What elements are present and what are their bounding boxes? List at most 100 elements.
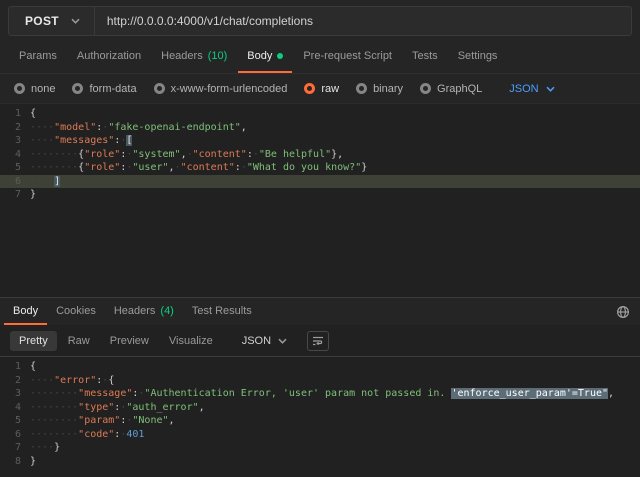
line-number: 4 — [0, 401, 30, 415]
wrap-text-button[interactable] — [307, 331, 329, 351]
view-raw-button[interactable]: Raw — [59, 331, 99, 351]
tab-label: Pre-request Script — [303, 50, 392, 62]
view-preview-button[interactable]: Preview — [101, 331, 158, 351]
response-language-select[interactable]: JSON — [236, 331, 293, 351]
code-text: { — [30, 107, 36, 121]
tab-label: Body — [13, 305, 38, 317]
code-text: } — [30, 188, 36, 202]
code-line[interactable]: 7} — [0, 188, 640, 202]
code-line[interactable]: 8} — [0, 455, 640, 469]
code-text: ····] — [30, 175, 60, 189]
tab-label: Params — [19, 50, 57, 62]
request-url-bar: POST http://0.0.0.0:4000/v1/chat/complet… — [0, 0, 640, 41]
code-line[interactable]: 4········"type":·"auth_error", — [0, 401, 640, 415]
response-section: Body Cookies Headers (4) Test Results — [0, 297, 640, 477]
code-line[interactable]: 6····] — [0, 175, 640, 189]
line-number: 1 — [0, 360, 30, 374]
mode-none[interactable]: none — [14, 83, 55, 95]
tab-settings[interactable]: Settings — [449, 41, 507, 73]
tab-pre-request-script[interactable]: Pre-request Script — [294, 41, 401, 73]
request-tabs: Params Authorization Headers (10) Body P… — [0, 41, 640, 74]
code-line[interactable]: 3····"messages":·[ — [0, 134, 640, 148]
mode-binary[interactable]: binary — [356, 83, 403, 95]
wrap-text-icon — [312, 335, 324, 347]
mode-label: binary — [373, 83, 403, 95]
line-number: 7 — [0, 441, 30, 455]
view-visualize-button[interactable]: Visualize — [160, 331, 222, 351]
code-text: ········{"role":·"user",·"content":·"Wha… — [30, 161, 367, 175]
tab-body[interactable]: Body — [238, 41, 292, 73]
language-label: JSON — [242, 335, 271, 347]
code-text: ········"type":·"auth_error", — [30, 401, 205, 415]
line-number: 3 — [0, 387, 30, 401]
line-number: 8 — [0, 455, 30, 469]
mode-raw[interactable]: raw — [304, 83, 339, 95]
response-tab-headers[interactable]: Headers (4) — [105, 298, 183, 325]
response-editor[interactable]: 1{2····"error":·{3········"message":·"Au… — [0, 356, 640, 477]
method-select[interactable]: POST — [9, 7, 95, 35]
mode-graphql[interactable]: GraphQL — [420, 83, 482, 95]
chevron-down-icon — [278, 338, 287, 344]
tab-headers[interactable]: Headers (10) — [152, 41, 236, 73]
line-number: 5 — [0, 161, 30, 175]
tab-label: Test Results — [192, 305, 252, 317]
code-text: } — [30, 455, 36, 469]
line-number: 2 — [0, 374, 30, 388]
tab-authorization[interactable]: Authorization — [68, 41, 150, 73]
tab-tests[interactable]: Tests — [403, 41, 447, 73]
mode-label: none — [31, 83, 55, 95]
response-tab-body[interactable]: Body — [4, 298, 47, 325]
line-number: 7 — [0, 188, 30, 202]
tab-label: Headers — [161, 50, 203, 62]
code-line[interactable]: 7····} — [0, 441, 640, 455]
code-line[interactable]: 3········"message":·"Authentication Erro… — [0, 387, 640, 401]
line-number: 5 — [0, 414, 30, 428]
view-pretty-button[interactable]: Pretty — [10, 331, 57, 351]
radio-icon — [14, 83, 25, 94]
request-editor[interactable]: 1{2····"model":·"fake-openai-endpoint",3… — [0, 104, 640, 297]
mode-x-www-form-urlencoded[interactable]: x-www-form-urlencoded — [154, 83, 288, 95]
tab-label: Tests — [412, 50, 438, 62]
code-text: ········"param":·"None", — [30, 414, 175, 428]
response-tab-test-results[interactable]: Test Results — [183, 298, 261, 325]
line-number: 1 — [0, 107, 30, 121]
code-text: ····"model":·"fake-openai-endpoint", — [30, 121, 247, 135]
api-client-window: POST http://0.0.0.0:4000/v1/chat/complet… — [0, 0, 640, 477]
url-input[interactable]: http://0.0.0.0:4000/v1/chat/completions — [95, 7, 631, 35]
response-toolbar: Pretty Raw Preview Visualize JSON — [0, 325, 640, 356]
line-number: 4 — [0, 148, 30, 162]
line-number: 6 — [0, 175, 30, 189]
mode-label: x-www-form-urlencoded — [171, 83, 288, 95]
code-line[interactable]: 4········{"role":·"system",·"content":·"… — [0, 148, 640, 162]
radio-selected-icon — [304, 83, 315, 94]
mode-label: raw — [321, 83, 339, 95]
code-text: ····"messages":·[ — [30, 134, 132, 148]
line-number: 3 — [0, 134, 30, 148]
headers-count-badge: (4) — [160, 305, 173, 317]
language-label: JSON — [509, 83, 538, 95]
response-tabs: Body Cookies Headers (4) Test Results — [0, 298, 640, 325]
chevron-down-icon — [546, 86, 555, 92]
code-text: ····} — [30, 441, 60, 455]
body-modified-dot-icon — [277, 53, 283, 59]
response-tab-cookies[interactable]: Cookies — [47, 298, 105, 325]
code-line[interactable]: 1{ — [0, 107, 640, 121]
code-text: { — [30, 360, 36, 374]
tab-label: Body — [247, 50, 272, 62]
method-label: POST — [25, 14, 59, 28]
raw-language-select[interactable]: JSON — [509, 83, 554, 95]
code-text: ········"code":·401 — [30, 428, 144, 442]
code-line[interactable]: 6········"code":·401 — [0, 428, 640, 442]
code-line[interactable]: 5········"param":·"None", — [0, 414, 640, 428]
code-line[interactable]: 5········{"role":·"user",·"content":·"Wh… — [0, 161, 640, 175]
tab-params[interactable]: Params — [10, 41, 66, 73]
globe-icon[interactable] — [616, 305, 630, 319]
mode-label: GraphQL — [437, 83, 482, 95]
code-line[interactable]: 2····"model":·"fake-openai-endpoint", — [0, 121, 640, 135]
radio-icon — [356, 83, 367, 94]
response-meta-icons — [616, 298, 630, 325]
code-line[interactable]: 2····"error":·{ — [0, 374, 640, 388]
tab-label: Settings — [458, 50, 498, 62]
code-line[interactable]: 1{ — [0, 360, 640, 374]
mode-form-data[interactable]: form-data — [72, 83, 136, 95]
